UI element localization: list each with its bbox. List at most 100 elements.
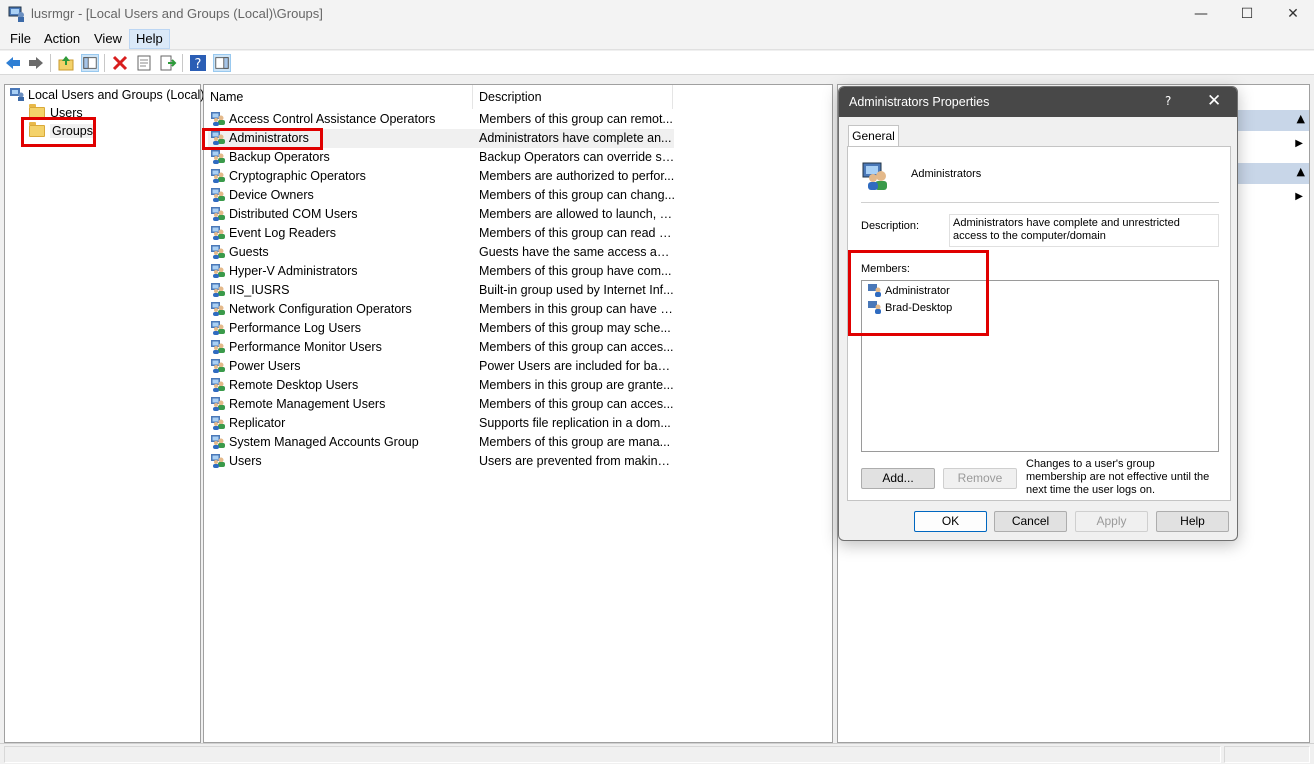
group-name: System Managed Accounts Group [210,433,419,452]
more-actions-icon[interactable]: ▶ [1295,138,1303,149]
group-name: Hyper-V Administrators [210,262,358,281]
group-row[interactable]: Access Control Assistance Operators Membe… [208,110,674,129]
members-list[interactable]: Administrator Brad-Desktop [861,280,1219,452]
divider [861,202,1219,203]
group-description: Supports file replication in a dom... [479,416,671,430]
member-item[interactable]: Brad-Desktop [868,300,952,317]
group-description: Guests have the same access as m... [479,245,675,259]
delete-icon[interactable] [111,54,129,72]
group-icon [211,416,225,430]
tree-item-users[interactable]: Users [29,104,83,122]
group-row[interactable]: Administrators Administrators have comple… [208,129,674,148]
group-icon [211,112,225,126]
up-folder-icon[interactable] [57,54,75,72]
group-description: Members of this group can read e... [479,226,675,240]
group-row[interactable]: Performance Log Users Members of this gro… [208,319,674,338]
forward-arrow-icon[interactable] [27,54,45,72]
group-description: Members of this group can acces... [479,340,674,354]
export-list-icon[interactable] [159,54,177,72]
group-icon [211,302,225,316]
group-row[interactable]: Replicator Supports file replication in a… [208,414,674,433]
group-name-text: Hyper-V Administrators [229,264,358,278]
group-row[interactable]: Distributed COM Users Members are allowed… [208,205,675,224]
group-name: Power Users [210,357,301,376]
group-name: Replicator [210,414,285,433]
group-row[interactable]: Cryptographic Operators Members are autho… [208,167,674,186]
close-icon: ✕ [1287,6,1299,22]
group-description: Built-in group used by Internet Inf... [479,283,674,297]
group-name-text: Cryptographic Operators [229,169,366,183]
cancel-button[interactable]: Cancel [994,511,1067,532]
group-row[interactable]: Hyper-V Administrators Members of this gr… [208,262,674,281]
members-label: Members: [861,263,910,275]
dialog-close-button[interactable]: ✕ [1207,91,1221,111]
status-cell [1224,746,1310,763]
properties-icon[interactable] [135,54,153,72]
close-window-button[interactable]: ✕ [1270,0,1314,28]
toolbar-separator [104,54,105,72]
group-row[interactable]: Remote Desktop Users Members in this grou… [208,376,674,395]
group-icon [862,162,887,190]
group-row[interactable]: IIS_IUSRS Built-in group used by Internet… [208,281,674,300]
column-header-name[interactable]: Name [204,85,473,109]
group-icon [211,207,225,221]
tree-item-root[interactable]: Local Users and Groups (Local) [9,86,204,104]
group-row[interactable]: Backup Operators Backup Operators can ove… [208,148,675,167]
member-name: Brad-Desktop [885,302,953,314]
group-icon [211,340,225,354]
group-row[interactable]: Remote Management Users Members of this g… [208,395,674,414]
column-header-description[interactable]: Description [473,85,673,109]
group-name: Performance Monitor Users [210,338,382,357]
group-name: Device Owners [210,186,314,205]
computer-users-icon [8,6,24,22]
tree-groups-label: Groups [50,124,95,138]
dialog-help-button[interactable]: ? [1165,94,1171,108]
remove-member-button[interactable]: Remove [943,468,1017,489]
collapse-icon: ▲ [1296,112,1305,125]
ok-button[interactable]: OK [914,511,987,532]
group-icon [211,359,225,373]
group-row[interactable]: Network Configuration Operators Members i… [208,300,675,319]
menu-help[interactable]: Help [129,29,170,49]
menu-action[interactable]: Action [38,29,86,49]
menu-file[interactable]: File [4,29,37,49]
group-row[interactable]: Guests Guests have the same access as m..… [208,243,675,262]
maximize-icon: ☐ [1240,6,1254,22]
menu-view[interactable]: View [88,29,128,49]
computer-users-icon [10,88,24,101]
folder-icon [29,122,45,137]
dialog-title-bar: Administrators Properties ? ✕ [839,87,1237,117]
group-row[interactable]: Event Log Readers Members of this group c… [208,224,675,243]
maximize-button[interactable]: ☐ [1224,0,1270,28]
help-button[interactable]: Help [1156,511,1229,532]
group-row[interactable]: Device Owners Members of this group can c… [208,186,675,205]
description-field[interactable]: Administrators have complete and unrestr… [949,214,1219,247]
administrators-properties-dialog: Administrators Properties ? ✕ General Ad… [838,86,1238,541]
group-row[interactable]: System Managed Accounts Group Members of … [208,433,674,452]
back-arrow-icon[interactable] [4,54,22,72]
help-icon[interactable]: ? [189,54,207,72]
group-row[interactable]: Performance Monitor Users Members of this… [208,338,674,357]
minimize-button[interactable]: — [1178,0,1224,28]
group-name-text: Users [229,454,262,468]
group-icon [211,264,225,278]
member-item[interactable]: Administrator [868,283,950,300]
group-description: Members in this group can have s... [479,302,675,316]
group-description: Members in this group are grante... [479,378,674,392]
show-hide-tree-icon[interactable] [81,54,99,72]
group-row[interactable]: Power Users Power Users are included for … [208,357,675,376]
tab-general[interactable]: General [848,125,899,147]
apply-button[interactable]: Apply [1075,511,1148,532]
member-name: Administrator [885,285,950,297]
collapse-icon: ▲ [1296,165,1305,178]
group-name-text: Event Log Readers [229,226,337,240]
toolbar-separator [50,54,51,72]
more-actions-icon[interactable]: ▶ [1295,191,1303,202]
group-name-text: Remote Management Users [229,397,386,411]
add-member-button[interactable]: Add... [861,468,935,489]
show-hide-action-pane-icon[interactable] [213,54,231,72]
group-row[interactable]: Users Users are prevented from making ... [208,452,675,471]
group-icon [211,454,225,468]
tree-root-label: Local Users and Groups (Local) [28,88,205,102]
tree-item-groups[interactable]: Groups [29,122,95,140]
